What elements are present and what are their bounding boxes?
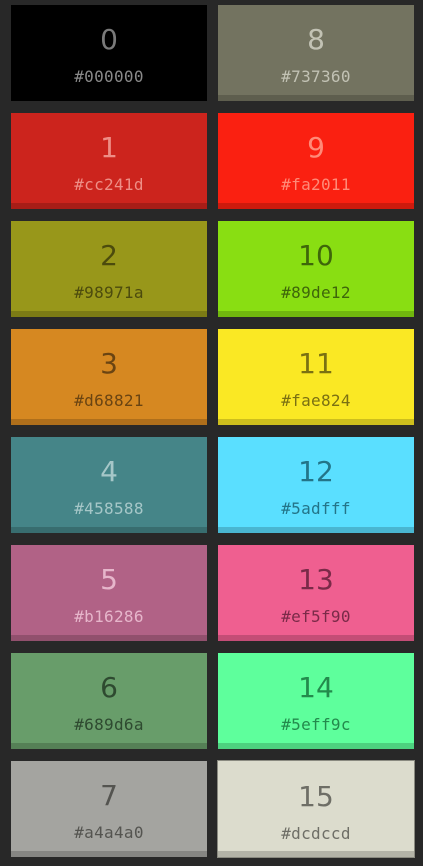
color-hex: #a4a4a0 [74, 823, 144, 842]
color-index: 13 [298, 563, 334, 596]
color-hex: #fae824 [281, 391, 351, 410]
color-swatch-15[interactable]: 15 #dcdccd [217, 760, 415, 858]
swatch-shadow [11, 743, 207, 749]
color-index: 8 [307, 23, 325, 56]
swatch-shadow [218, 635, 414, 641]
swatch-shadow [218, 527, 414, 533]
color-index: 4 [100, 455, 118, 488]
color-swatch-10[interactable]: 10 #89de12 [218, 221, 414, 317]
swatch-shadow [218, 851, 414, 857]
swatch-shadow [11, 311, 207, 317]
swatch-shadow [11, 851, 207, 857]
swatch-shadow [11, 95, 207, 101]
color-index: 12 [298, 455, 334, 488]
color-hex: #5adfff [281, 499, 351, 518]
color-index: 2 [100, 239, 118, 272]
color-index: 11 [298, 347, 334, 380]
color-hex: #dcdccd [281, 824, 351, 843]
swatch-shadow [11, 203, 207, 209]
color-swatch-8[interactable]: 8 #737360 [218, 5, 414, 101]
color-hex: #98971a [74, 283, 144, 302]
color-hex: #fa2011 [281, 175, 351, 194]
color-index: 7 [100, 779, 118, 812]
color-swatch-6[interactable]: 6 #689d6a [11, 653, 207, 749]
color-swatch-14[interactable]: 14 #5eff9c [218, 653, 414, 749]
color-hex: #ef5f90 [281, 607, 351, 626]
color-index: 9 [307, 131, 325, 164]
color-swatch-4[interactable]: 4 #458588 [11, 437, 207, 533]
color-hex: #89de12 [281, 283, 351, 302]
color-hex: #458588 [74, 499, 144, 518]
color-hex: #000000 [74, 67, 144, 86]
swatch-shadow [218, 95, 414, 101]
swatch-shadow [218, 419, 414, 425]
color-hex: #b16286 [74, 607, 144, 626]
color-index: 15 [298, 780, 334, 813]
color-swatch-0[interactable]: 0 #000000 [11, 5, 207, 101]
color-hex: #cc241d [74, 175, 144, 194]
color-index: 14 [298, 671, 334, 704]
color-swatch-9[interactable]: 9 #fa2011 [218, 113, 414, 209]
color-swatch-2[interactable]: 2 #98971a [11, 221, 207, 317]
swatch-shadow [218, 743, 414, 749]
color-swatch-11[interactable]: 11 #fae824 [218, 329, 414, 425]
color-index: 0 [100, 23, 118, 56]
color-index: 1 [100, 131, 118, 164]
color-swatch-1[interactable]: 1 #cc241d [11, 113, 207, 209]
color-index: 6 [100, 671, 118, 704]
color-swatch-7[interactable]: 7 #a4a4a0 [11, 761, 207, 857]
color-hex: #737360 [281, 67, 351, 86]
color-index: 10 [298, 239, 334, 272]
color-hex: #5eff9c [281, 715, 351, 734]
color-hex: #d68821 [74, 391, 144, 410]
swatch-shadow [11, 635, 207, 641]
color-palette-grid: 0 #000000 8 #737360 1 #cc241d 9 #fa2011 … [0, 0, 423, 866]
swatch-shadow [11, 419, 207, 425]
color-swatch-5[interactable]: 5 #b16286 [11, 545, 207, 641]
swatch-shadow [11, 527, 207, 533]
color-swatch-12[interactable]: 12 #5adfff [218, 437, 414, 533]
swatch-shadow [218, 203, 414, 209]
color-swatch-3[interactable]: 3 #d68821 [11, 329, 207, 425]
swatch-shadow [218, 311, 414, 317]
color-index: 3 [100, 347, 118, 380]
color-hex: #689d6a [74, 715, 144, 734]
color-swatch-13[interactable]: 13 #ef5f90 [218, 545, 414, 641]
color-index: 5 [100, 563, 118, 596]
